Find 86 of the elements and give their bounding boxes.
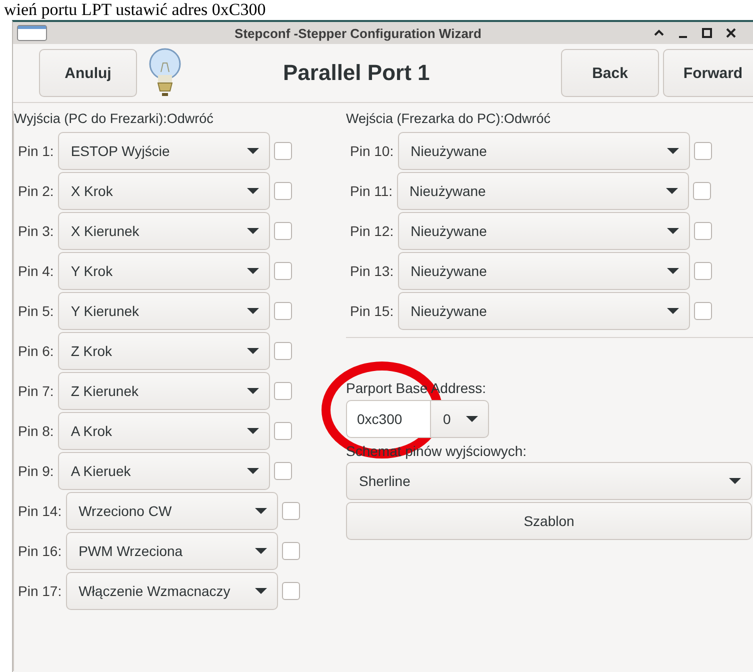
template-button[interactable]: Szablon — [346, 502, 752, 540]
scheme-dropdown[interactable]: Sherline — [346, 462, 752, 500]
pin-function-dropdown[interactable]: Y Krok — [58, 252, 270, 290]
invert-checkbox[interactable] — [694, 262, 712, 280]
invert-checkbox[interactable] — [692, 182, 711, 200]
pin-function-dropdown[interactable]: Z Krok — [58, 332, 270, 370]
dropdown-arrow-icon — [246, 428, 259, 434]
outputs-heading: Wyjścia (PC do Frezarki):Odwróć — [14, 111, 214, 128]
invert-checkbox[interactable] — [274, 462, 292, 480]
dropdown-arrow-icon — [666, 268, 679, 274]
invert-checkbox[interactable] — [274, 142, 292, 160]
pin-function-dropdown[interactable]: A Kieruek — [58, 452, 270, 490]
pin-function-dropdown[interactable]: Nieużywane — [398, 132, 690, 170]
dropdown-arrow-icon — [666, 308, 679, 314]
light-bulb-icon — [147, 47, 183, 99]
pin-label: Pin 2: — [18, 183, 54, 199]
pin-function-dropdown[interactable]: Y Kierunek — [58, 292, 270, 330]
pin-label: Pin 14: — [18, 503, 62, 519]
pin-label: Pin 3: — [18, 223, 54, 239]
pin-function-dropdown[interactable]: Nieużywane — [398, 212, 690, 250]
pin-label: Pin 8: — [18, 423, 54, 439]
window-icon — [17, 25, 47, 41]
back-button[interactable]: Back — [561, 49, 659, 97]
dropdown-arrow-icon — [254, 588, 267, 594]
pin-label: Pin 7: — [18, 383, 54, 399]
page-title: Parallel Port 1 — [283, 60, 431, 86]
dropdown-arrow-icon — [254, 548, 267, 554]
pin-label: Pin 9: — [18, 463, 54, 479]
pin-function-dropdown[interactable]: Wrzeciono CW — [66, 492, 278, 530]
pin-label: Pin 1: — [18, 143, 54, 159]
dropdown-arrow-icon — [246, 308, 259, 314]
invert-checkbox[interactable] — [282, 502, 300, 520]
dropdown-arrow-icon — [666, 188, 678, 194]
pin-function-dropdown[interactable]: Z Kierunek — [58, 372, 270, 410]
pin-label: Pin 5: — [18, 303, 54, 319]
dropdown-arrow-icon — [246, 268, 259, 274]
dropdown-arrow-icon — [246, 348, 259, 354]
pin-function-dropdown[interactable]: Nieużywane — [396, 172, 689, 210]
forward-button[interactable]: Forward — [663, 49, 753, 97]
pin-function-dropdown[interactable]: ESTOP Wyjście — [58, 132, 270, 170]
invert-checkbox[interactable] — [694, 302, 712, 320]
window-title: Stepconf -Stepper Configuration Wizard — [234, 26, 482, 40]
dropdown-arrow-icon — [246, 148, 259, 154]
invert-checkbox[interactable] — [282, 542, 300, 560]
pin-label: Pin 12: — [350, 223, 394, 239]
pin-function-dropdown[interactable]: Nieużywane — [398, 292, 690, 330]
dropdown-arrow-icon — [246, 388, 259, 394]
maximize-icon[interactable] — [701, 27, 713, 39]
pin-label: Pin 6: — [18, 343, 54, 359]
invert-checkbox[interactable] — [274, 222, 292, 240]
invert-checkbox[interactable] — [694, 142, 712, 160]
invert-checkbox[interactable] — [274, 342, 292, 360]
invert-checkbox[interactable] — [274, 382, 292, 400]
pin-function-dropdown[interactable]: X Kierunek — [58, 212, 270, 250]
pin-function-dropdown[interactable]: PWM Wrzeciona — [66, 532, 278, 570]
pin-function-dropdown[interactable]: A Krok — [58, 412, 270, 450]
dropdown-arrow-icon — [246, 468, 259, 474]
invert-checkbox[interactable] — [694, 222, 712, 240]
pin-label: Pin 10: — [350, 143, 394, 159]
invert-checkbox[interactable] — [274, 262, 292, 280]
pin-function-dropdown[interactable]: X Krok — [58, 172, 270, 210]
pin-label: Pin 4: — [18, 263, 54, 279]
dropdown-arrow-icon — [254, 508, 267, 514]
port-index-dropdown[interactable]: 0 — [431, 400, 489, 438]
pin-function-dropdown[interactable]: Nieużywane — [398, 252, 690, 290]
pin-label: Pin 16: — [18, 543, 62, 559]
dropdown-arrow-icon — [246, 228, 259, 234]
dropdown-arrow-icon — [729, 478, 741, 484]
base-address-field[interactable]: 0xc300 — [346, 400, 431, 438]
invert-checkbox[interactable] — [282, 582, 300, 600]
invert-checkbox[interactable] — [274, 302, 292, 320]
dropdown-arrow-icon — [666, 228, 679, 234]
pin-label: Pin 15: — [350, 303, 394, 319]
pin-label: Pin 17: — [18, 583, 62, 599]
cancel-button[interactable]: Anuluj — [39, 49, 137, 97]
dropdown-arrow-icon — [246, 188, 259, 194]
invert-checkbox[interactable] — [274, 422, 292, 440]
inputs-heading: Wejścia (Frezarka do PC):Odwróć — [346, 111, 552, 128]
dropdown-arrow-icon — [666, 148, 679, 154]
invert-checkbox[interactable] — [274, 182, 292, 200]
dropdown-arrow-icon — [466, 416, 478, 422]
pin-label: Pin 11: — [350, 183, 393, 199]
pin-function-dropdown[interactable]: Włączenie Wzmacnaczy — [66, 572, 278, 610]
close-icon[interactable] — [725, 27, 737, 39]
caption-text: wień portu LPT ustawić adres 0xC300 — [3, 0, 267, 20]
pin-label: Pin 13: — [350, 263, 394, 279]
